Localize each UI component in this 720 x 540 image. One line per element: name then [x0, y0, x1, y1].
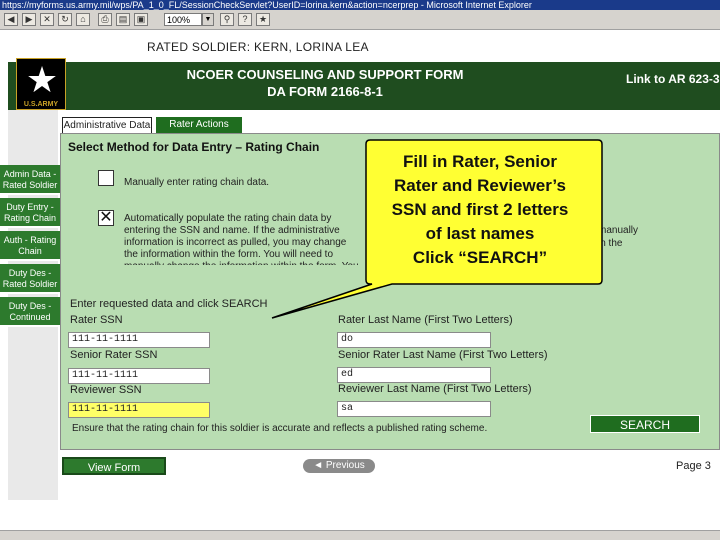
browser-toolbar: ◀ ▶ ✕ ↻ ⌂ ⎙ ▤ ▣ 100% ▼ ⚲ ? ★ [0, 10, 720, 30]
print-icon[interactable]: ⎙ [98, 13, 112, 26]
view-form-button[interactable]: View Form [62, 457, 166, 475]
reviewer-ssn-input[interactable]: 111-11-1111 [68, 402, 210, 418]
callout-text: Fill in Rater, Senior Rater and Reviewer… [362, 150, 598, 270]
refresh-icon[interactable]: ↻ [58, 13, 72, 26]
enter-prompt: Enter requested data and click SEARCH [70, 298, 268, 310]
rater-last-name-label: Rater Last Name (First Two Letters) [338, 314, 513, 326]
callout-line3: SSN and first 2 letters [391, 200, 569, 219]
chevron-down-icon[interactable]: ▼ [202, 13, 214, 26]
ar-link[interactable]: Link to AR 623-3 [626, 72, 720, 86]
rated-soldier-label: RATED SOLDIER: KERN, LORINA LEA [147, 40, 369, 54]
auto-populate-label-right: manually [598, 225, 639, 236]
nav-duty-des-continued[interactable]: Duty Des - Continued [0, 297, 60, 327]
rater-ssn-label: Rater SSN [70, 314, 123, 326]
form-title: NCOER COUNSELING AND SUPPORT FORM DA FOR… [140, 66, 510, 100]
save-icon[interactable]: ▣ [134, 13, 148, 26]
browser-status-bar [0, 530, 720, 540]
reviewer-last-name-input[interactable]: sa [337, 401, 491, 417]
callout-line4: of last names [425, 224, 535, 243]
rater-last-name-input[interactable]: do [337, 332, 491, 348]
reviewer-ssn-label: Reviewer SSN [70, 384, 142, 396]
auto-populate-label-right-2: in the [598, 238, 623, 249]
logo-text: U.S.ARMY [17, 101, 65, 108]
stop-icon[interactable]: ✕ [40, 13, 54, 26]
tab-rater-actions[interactable]: Rater Actions [156, 117, 242, 133]
reviewer-last-name-label: Reviewer Last Name (First Two Letters) [338, 383, 532, 395]
forward-icon[interactable]: ▶ [22, 13, 36, 26]
auto-populate-label: Automatically populate the rating chain … [124, 213, 359, 265]
manual-entry-label: Manually enter rating chain data. [124, 177, 270, 188]
form-title-line2: DA FORM 2166-8-1 [267, 84, 383, 99]
browser-title-bar: https://myforms.us.army.mil/wps/PA_1_0_F… [0, 0, 720, 10]
nav-admin-data[interactable]: Admin Data - Rated Soldier [0, 165, 60, 195]
bookmark-icon[interactable]: ★ [256, 13, 270, 26]
form-title-line1: NCOER COUNSELING AND SUPPORT FORM [186, 67, 464, 82]
section-title: Select Method for Data Entry – Rating Ch… [68, 140, 320, 154]
senior-rater-last-name-label: Senior Rater Last Name (First Two Letter… [338, 349, 548, 361]
nav-duty-entry[interactable]: Duty Entry - Rating Chain [0, 198, 60, 228]
search-icon[interactable]: ⚲ [220, 13, 234, 26]
senior-rater-ssn-label: Senior Rater SSN [70, 349, 158, 361]
senior-rater-ssn-input[interactable]: 111-11-1111 [68, 368, 210, 384]
rater-ssn-input[interactable]: 111-11-1111 [68, 332, 210, 348]
ensure-note: Ensure that the rating chain for this so… [72, 423, 488, 434]
home-icon[interactable]: ⌂ [76, 13, 90, 26]
army-logo: ★ U.S.ARMY [16, 58, 66, 110]
previous-button[interactable]: ◄ Previous [303, 459, 375, 473]
senior-rater-last-name-input[interactable]: ed [337, 367, 491, 383]
copy-icon[interactable]: ▤ [116, 13, 130, 26]
search-button[interactable]: SEARCH [590, 415, 700, 433]
page-number: Page 3 [676, 460, 711, 472]
callout-line1: Fill in Rater, Senior [403, 152, 557, 171]
tab-administrative-data[interactable]: Administrative Data [62, 117, 152, 133]
back-icon[interactable]: ◀ [4, 13, 18, 26]
manual-entry-checkbox[interactable] [98, 170, 114, 186]
zoom-select[interactable]: 100% [164, 13, 202, 26]
nav-auth-rating-chain[interactable]: Auth - Rating Chain [0, 231, 60, 261]
callout-line2: Rater and Reviewer’s [394, 176, 566, 195]
star-icon: ★ [25, 59, 59, 100]
auto-populate-checkbox[interactable]: ✕ [98, 210, 114, 226]
callout-line5: Click “SEARCH” [412, 248, 548, 267]
help-icon[interactable]: ? [238, 13, 252, 26]
nav-duty-des-rated[interactable]: Duty Des - Rated Soldier [0, 264, 60, 294]
